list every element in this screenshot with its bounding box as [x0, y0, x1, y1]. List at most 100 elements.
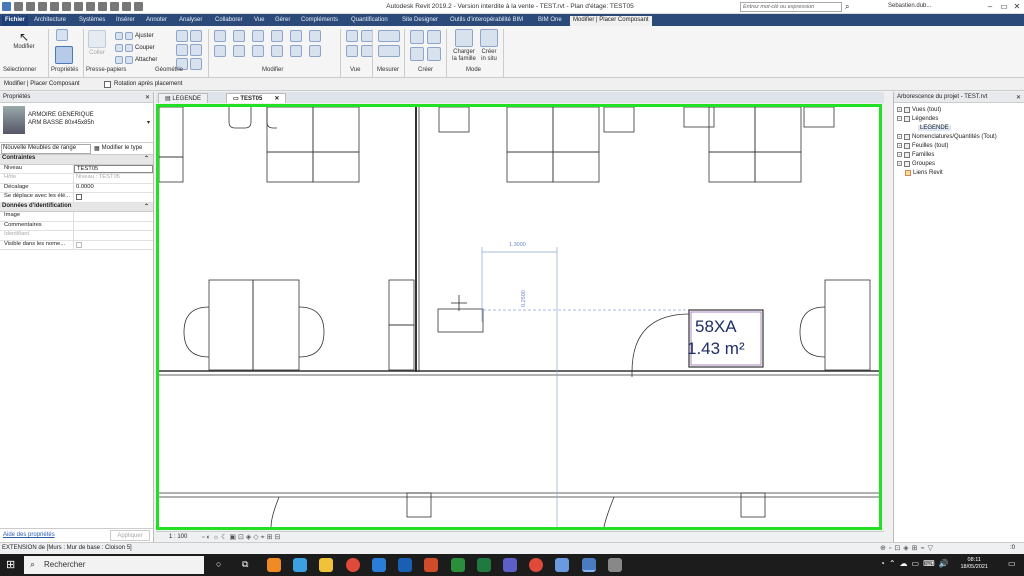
- close-icon[interactable]: ✕: [145, 94, 150, 101]
- rotate-icon[interactable]: [252, 45, 264, 57]
- create-parts-icon[interactable]: [427, 30, 441, 44]
- powerpoint-icon[interactable]: [424, 558, 438, 572]
- edit-type-button[interactable]: ▦ Modifier le type: [94, 145, 142, 152]
- linework-icon[interactable]: [346, 45, 358, 57]
- room-tag-area[interactable]: 1.43 m²: [687, 339, 745, 359]
- cut-button[interactable]: Ajuster: [115, 30, 157, 42]
- tree-item-links[interactable]: Liens Revit: [897, 168, 1021, 177]
- tree-item-views[interactable]: + Vues (tout): [897, 105, 1021, 114]
- outlook-icon[interactable]: [398, 558, 412, 572]
- file-explorer-icon[interactable]: [319, 558, 333, 572]
- tab-bim-one[interactable]: BIM One: [538, 16, 562, 26]
- print-icon[interactable]: [74, 2, 83, 11]
- tab-gerer[interactable]: Gérer: [275, 16, 290, 26]
- mirror-draw-icon[interactable]: [271, 30, 283, 42]
- excel-icon[interactable]: [477, 558, 491, 572]
- expand-icon[interactable]: +: [897, 152, 902, 157]
- tree-item-families[interactable]: + Familles: [897, 150, 1021, 159]
- word-green-icon[interactable]: [451, 558, 465, 572]
- save-icon[interactable]: [26, 2, 35, 11]
- chrome-profile-icon[interactable]: [529, 558, 543, 572]
- windows-start-icon[interactable]: ⊞: [6, 558, 15, 571]
- load-family-button[interactable]: Charger la famille: [452, 29, 476, 63]
- create-similar-icon[interactable]: [427, 47, 441, 61]
- task-view-icon[interactable]: ⧉: [242, 559, 248, 570]
- mirror-axis-icon[interactable]: [252, 30, 264, 42]
- system-tray-icons[interactable]: ◔⌃☁▭⌨🔊: [880, 559, 953, 568]
- expand-icon[interactable]: +: [897, 134, 902, 139]
- view-control-icons[interactable]: ▫◐☼☾▣⊡◈◇⌖⊞⊟: [202, 533, 282, 542]
- teams-icon[interactable]: [503, 558, 517, 572]
- expand-icon[interactable]: +: [897, 107, 902, 112]
- drawing-canvas[interactable]: 1.3000 0.2500 58XA 1.43 m²: [156, 104, 882, 530]
- wall-joins-icon[interactable]: [176, 44, 188, 56]
- type-properties-button[interactable]: [56, 29, 68, 43]
- prop-row[interactable]: Décalage 0.0000: [0, 183, 153, 193]
- tab-quantification[interactable]: Quantification: [351, 16, 388, 26]
- tree-item-legende[interactable]: LEGENDE: [897, 123, 1021, 132]
- tab-vue[interactable]: Vue: [254, 16, 264, 26]
- properties-help-link[interactable]: Aide des propriétés: [3, 532, 55, 538]
- collapse-icon[interactable]: −: [897, 116, 902, 121]
- group-label-select[interactable]: Sélectionner: [3, 67, 36, 73]
- measure-icon[interactable]: [86, 2, 95, 11]
- temp-dimension-horizontal[interactable]: 1.3000: [509, 242, 526, 248]
- modify-tool[interactable]: ↖ Modifier: [10, 30, 38, 50]
- create-group-icon[interactable]: [410, 47, 424, 61]
- visible-schedule-checkbox[interactable]: [76, 241, 82, 248]
- section-identification[interactable]: Données d'identification ⌃: [0, 202, 153, 212]
- tab-analyser[interactable]: Analyser: [179, 16, 202, 26]
- prop-row[interactable]: Visible dans les nome...: [0, 240, 153, 250]
- view-scale[interactable]: 1 : 100: [169, 534, 187, 540]
- open-icon[interactable]: [14, 2, 23, 11]
- notification-icon[interactable]: ▭: [1008, 559, 1016, 568]
- search-input[interactable]: Entrez mot-clé ou expression: [740, 2, 842, 12]
- trim-icon[interactable]: [271, 45, 283, 57]
- tab-complements[interactable]: Compléments: [301, 16, 338, 26]
- instance-filter-dropdown[interactable]: Nouvelle Meubles de range: [1, 143, 91, 154]
- cut-geometry-button[interactable]: Couper: [115, 42, 157, 54]
- tab-fichier[interactable]: Fichier: [2, 16, 28, 26]
- binoculars-icon[interactable]: ⌕: [845, 2, 849, 12]
- measure-distance-icon[interactable]: [378, 30, 400, 42]
- text-icon[interactable]: [98, 2, 107, 11]
- prop-row[interactable]: Se déplace avec les élé...: [0, 193, 153, 203]
- tab-systemes[interactable]: Systèmes: [79, 16, 105, 26]
- 3d-view-icon[interactable]: [110, 2, 119, 11]
- selection-filter-icons[interactable]: ⊕▫⊡◈⊞⌁▽: [880, 544, 936, 552]
- create-assembly-icon[interactable]: [410, 30, 424, 44]
- tab-collaborer[interactable]: Collaborer: [215, 16, 243, 26]
- mail-icon[interactable]: [372, 558, 386, 572]
- minimize-button[interactable]: –: [984, 1, 996, 12]
- tab-site-designer[interactable]: Site Designer: [402, 16, 438, 26]
- close-button[interactable]: ✕: [1011, 1, 1023, 12]
- revit-logo-icon[interactable]: [2, 2, 11, 11]
- hide-icon[interactable]: [346, 30, 358, 42]
- tab-bim-interop[interactable]: Outils d'interopérabilité BIM: [450, 16, 523, 26]
- attach-button[interactable]: Attacher: [115, 54, 157, 66]
- expand-icon[interactable]: +: [897, 143, 902, 148]
- tab-test05[interactable]: ▭ TEST05 ✕: [226, 93, 287, 103]
- expand-icon[interactable]: +: [897, 161, 902, 166]
- type-selector[interactable]: ARMOIRE GENERIQUE ARM BASSE 80x45x85h ▾: [0, 103, 153, 143]
- prop-row[interactable]: Niveau TEST05: [0, 164, 153, 174]
- tab-modifier-placer[interactable]: Modifier | Placer Composant: [570, 16, 652, 26]
- split-icon[interactable]: [290, 30, 302, 42]
- app-icon[interactable]: [608, 558, 622, 572]
- copy-element-icon[interactable]: [233, 45, 245, 57]
- unjoin-icon[interactable]: [190, 30, 202, 42]
- tree-item-schedules[interactable]: + Nomenclatures/Quantités (Tout): [897, 132, 1021, 141]
- prop-row[interactable]: Commentaires: [0, 221, 153, 231]
- user-account[interactable]: Sebastien.dub...: [888, 3, 931, 9]
- sync-icon[interactable]: [38, 2, 47, 11]
- tab-architecture[interactable]: Architecture: [34, 16, 66, 26]
- scale-icon[interactable]: [309, 45, 321, 57]
- tree-item-legends[interactable]: − Légendes: [897, 114, 1021, 123]
- join-geometry-icon[interactable]: [176, 30, 188, 42]
- vlc-icon[interactable]: [267, 558, 281, 572]
- moves-with-checkbox[interactable]: [76, 194, 82, 200]
- chrome-remote-icon[interactable]: [293, 558, 307, 572]
- chrome-icon[interactable]: [346, 558, 360, 572]
- apply-button[interactable]: Appliquer: [110, 530, 150, 541]
- array-icon[interactable]: [290, 45, 302, 57]
